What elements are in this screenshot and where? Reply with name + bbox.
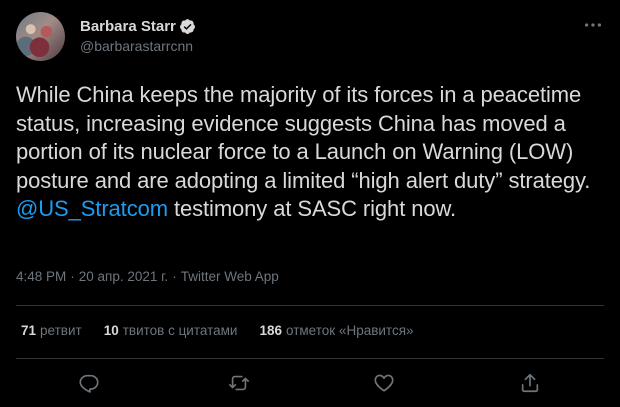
meta-separator: ·	[172, 269, 177, 284]
retweet-button[interactable]	[228, 372, 250, 394]
likes-stat[interactable]: 186 отметок «Нравится»	[259, 323, 413, 338]
heart-icon	[374, 374, 394, 392]
reply-icon	[79, 374, 99, 393]
retweets-count: 71	[21, 323, 37, 338]
quotes-label: твитов с цитатами	[122, 323, 238, 338]
tweet-source[interactable]: Twitter Web App	[181, 269, 279, 284]
author-handle[interactable]: @barbarastarrcnn	[80, 38, 196, 54]
quotes-count: 10	[103, 323, 119, 338]
divider	[16, 358, 604, 359]
quotes-stat[interactable]: 10 твитов с цитатами	[104, 323, 238, 338]
more-options-icon[interactable]	[582, 14, 604, 36]
tweet-date[interactable]: 20 апр. 2021 г.	[79, 269, 168, 284]
tweet-text: While China keeps the majority of its fo…	[16, 81, 606, 224]
share-button[interactable]	[519, 372, 541, 394]
like-button[interactable]	[373, 372, 395, 394]
display-name-row: Barbara Starr	[80, 16, 196, 36]
likes-count: 186	[259, 323, 282, 338]
tweet-header: Barbara Starr @barbarastarrcnn	[16, 12, 604, 64]
tweet-text-part: While China keeps the majority of its fo…	[16, 82, 591, 193]
reply-button[interactable]	[78, 372, 100, 394]
author-info: Barbara Starr @barbarastarrcnn	[80, 16, 196, 54]
likes-label: отметок «Нравится»	[286, 323, 414, 338]
mention-link[interactable]: @US_Stratcom	[16, 196, 168, 221]
divider	[16, 305, 604, 306]
tweet-text-part: testimony at SASC right now.	[167, 196, 457, 221]
retweets-stat[interactable]: 71 ретвит	[21, 323, 82, 338]
display-name[interactable]: Barbara Starr	[80, 18, 176, 35]
tweet-meta: 4:48 PM · 20 апр. 2021 г. · Twitter Web App	[16, 269, 279, 284]
verified-badge-icon	[179, 18, 195, 34]
tweet-card: Barbara Starr @barbarastarrcnn While Chi…	[0, 0, 620, 407]
retweet-icon	[229, 375, 249, 391]
meta-separator: ·	[70, 269, 75, 284]
share-icon	[521, 373, 539, 393]
tweet-stats: 71 ретвит 10 твитов с цитатами 186 отметок …	[21, 323, 436, 338]
retweets-label: ретвит	[40, 323, 82, 338]
avatar[interactable]	[16, 12, 65, 61]
action-bar	[16, 366, 604, 400]
tweet-time[interactable]: 4:48 PM	[16, 269, 66, 284]
